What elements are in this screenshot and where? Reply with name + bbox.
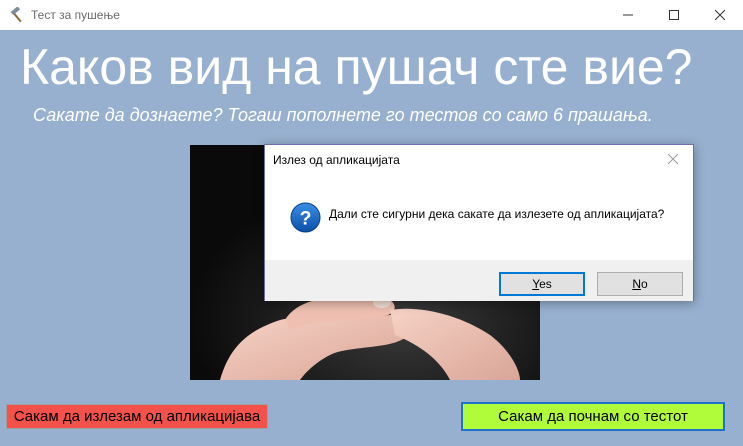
- dialog-footer: Yes No: [265, 260, 693, 301]
- no-mnemonic: N: [632, 277, 641, 291]
- no-button[interactable]: No: [597, 272, 683, 296]
- close-button[interactable]: [697, 0, 743, 30]
- maximize-button[interactable]: [651, 0, 697, 30]
- yes-button[interactable]: Yes: [499, 272, 585, 296]
- headline: Каков вид на пушач сте вие?: [20, 39, 693, 95]
- maximize-icon: [669, 10, 679, 20]
- minimize-icon: [623, 14, 633, 16]
- no-label: o: [640, 277, 648, 291]
- dialog-message: Дали сте сигурни дека сакате да излезете…: [329, 207, 665, 221]
- subtitle: Сакате да дознаете? Тогаш пополнете го т…: [33, 105, 653, 125]
- dialog-title: Излез од апликацијата: [273, 153, 400, 167]
- question-icon: ?: [290, 202, 321, 233]
- title-bar: Тест за пушење: [0, 0, 743, 30]
- dialog-close-icon[interactable]: [665, 151, 681, 167]
- exit-confirmation-dialog: Излез од апликацијата ? Дали сте сигурни…: [264, 144, 694, 301]
- svg-text:?: ?: [300, 207, 312, 229]
- window-title: Тест за пушење: [31, 8, 120, 22]
- close-icon: [715, 10, 725, 20]
- hammer-icon: [10, 7, 22, 23]
- yes-label: es: [539, 277, 552, 291]
- start-test-button[interactable]: Сакам да почнам со тестот: [461, 402, 725, 431]
- minimize-button[interactable]: [605, 0, 651, 30]
- exit-app-button[interactable]: Сакам да излезам од апликацијава: [6, 404, 268, 429]
